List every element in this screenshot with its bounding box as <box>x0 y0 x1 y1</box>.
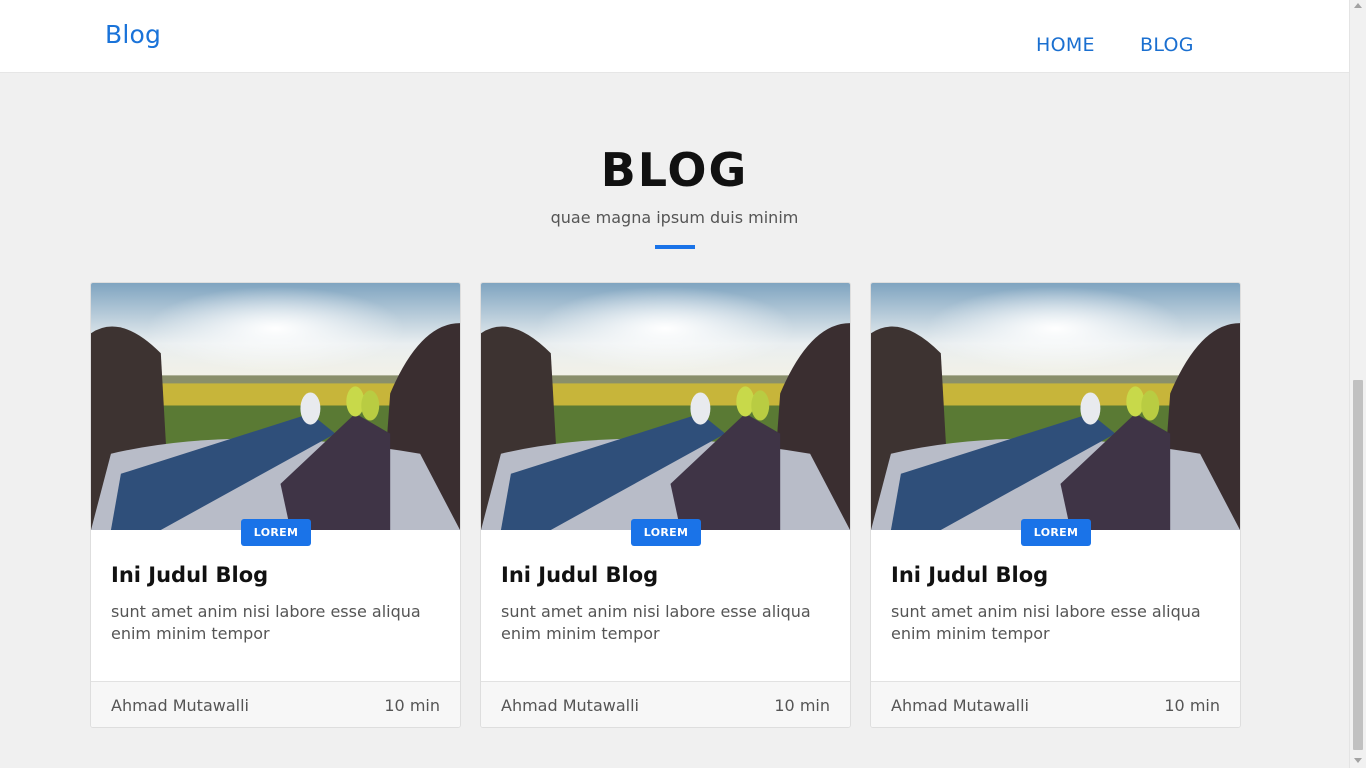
blog-card-photo <box>91 283 460 530</box>
blog-card-footer: Ahmad Mutawalli 10 min <box>91 681 460 727</box>
blog-card-footer: Ahmad Mutawalli 10 min <box>871 681 1240 727</box>
blog-card-title[interactable]: Ini Judul Blog <box>891 563 1048 587</box>
author-name: Ahmad Mutawalli <box>501 696 639 715</box>
blog-card-image[interactable] <box>481 283 850 530</box>
blog-card-photo <box>481 283 850 530</box>
blog-card-excerpt: sunt amet anim nisi labore esse aliqua e… <box>111 602 421 643</box>
blog-card-image[interactable] <box>871 283 1240 530</box>
scroll-up-arrow-icon[interactable] <box>1354 3 1362 8</box>
blog-card-excerpt: sunt amet anim nisi labore esse aliqua e… <box>501 602 811 643</box>
nav-link-blog[interactable]: BLOG <box>1140 34 1194 56</box>
vertical-scrollbar[interactable] <box>1349 0 1366 768</box>
blog-card[interactable]: LOREM Ini Judul Blog sunt amet anim nisi… <box>90 282 461 728</box>
section-subtitle: quae magna ipsum duis minim <box>550 208 799 227</box>
top-navbar: Blog HOME BLOG <box>0 0 1349 73</box>
blog-card-title[interactable]: Ini Judul Blog <box>501 563 658 587</box>
author-name: Ahmad Mutawalli <box>111 696 249 715</box>
title-underline-divider <box>655 245 695 249</box>
blog-card-excerpt: sunt amet anim nisi labore esse aliqua e… <box>891 602 1201 643</box>
blog-card-footer: Ahmad Mutawalli 10 min <box>481 681 850 727</box>
scrollbar-thumb[interactable] <box>1353 380 1363 750</box>
blog-card-photo <box>871 283 1240 530</box>
scroll-down-arrow-icon[interactable] <box>1354 758 1362 763</box>
blog-card-title[interactable]: Ini Judul Blog <box>111 563 268 587</box>
nav-link-home[interactable]: HOME <box>1036 34 1095 56</box>
read-duration: 10 min <box>774 696 830 715</box>
category-badge[interactable]: LOREM <box>1021 519 1091 546</box>
section-title: BLOG <box>600 143 749 197</box>
author-name: Ahmad Mutawalli <box>891 696 1029 715</box>
category-badge[interactable]: LOREM <box>631 519 701 546</box>
category-badge[interactable]: LOREM <box>241 519 311 546</box>
brand-logo-link[interactable]: Blog <box>105 20 161 49</box>
read-duration: 10 min <box>1164 696 1220 715</box>
read-duration: 10 min <box>384 696 440 715</box>
blog-card[interactable]: LOREM Ini Judul Blog sunt amet anim nisi… <box>870 282 1241 728</box>
blog-card-image[interactable] <box>91 283 460 530</box>
blog-card[interactable]: LOREM Ini Judul Blog sunt amet anim nisi… <box>480 282 851 728</box>
